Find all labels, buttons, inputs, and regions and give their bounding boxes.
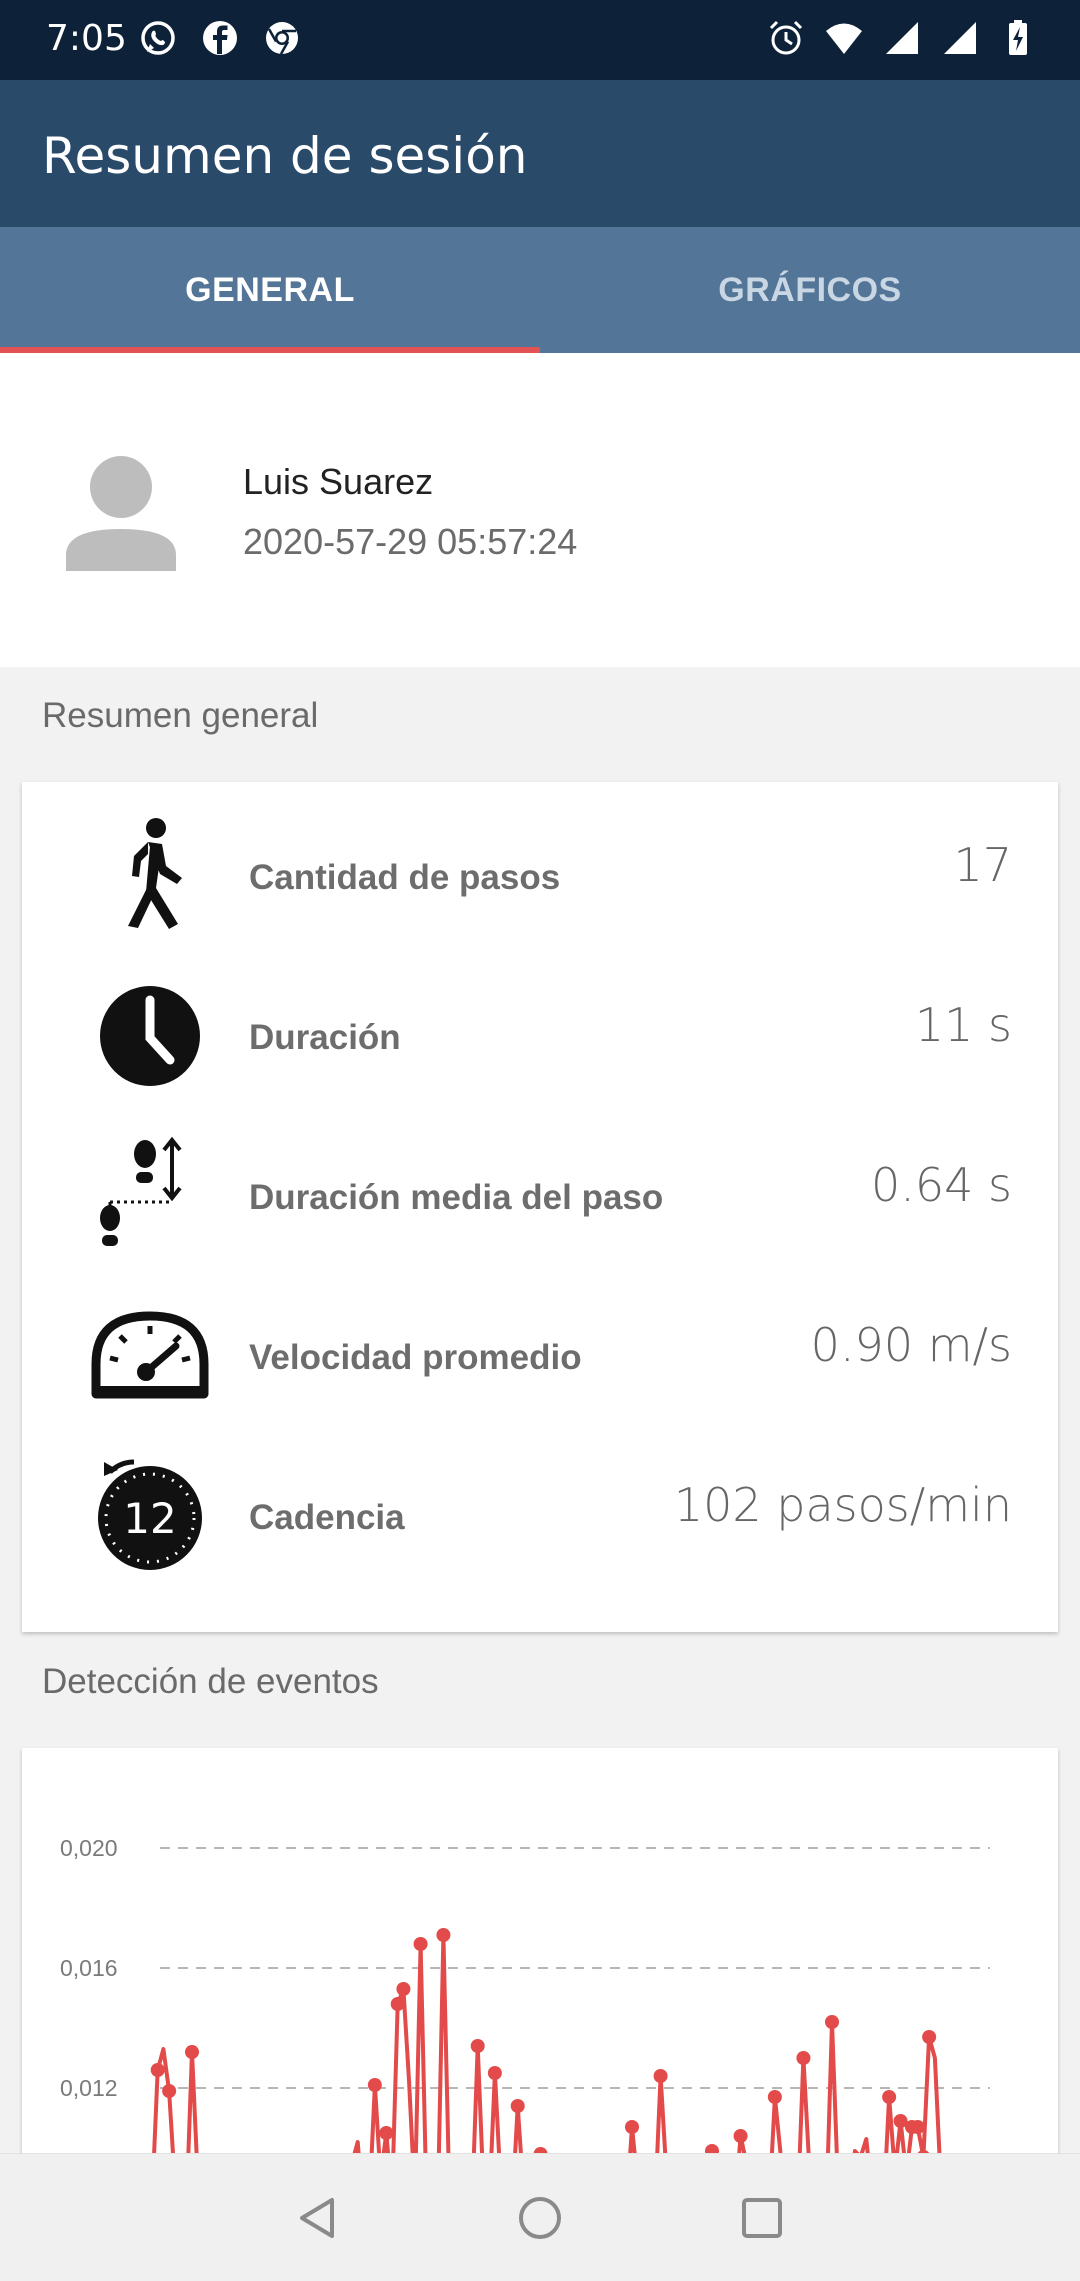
avg-step-duration-value: 0.64 s xyxy=(870,1158,1012,1212)
data-point xyxy=(510,2099,525,2113)
alarm-icon xyxy=(769,20,803,55)
events-chart-card: 0,020 0,016 0,012 xyxy=(22,1748,1058,2168)
data-point xyxy=(487,2066,502,2080)
walking-icon xyxy=(128,818,182,929)
data-point xyxy=(470,2039,485,2053)
data-point xyxy=(162,2084,177,2098)
avg-speed-value: 0.90 m/s xyxy=(810,1318,1012,1372)
recents-square-icon[interactable] xyxy=(736,2192,788,2244)
summary-heading: Resumen general xyxy=(42,696,319,735)
status-bar: 7:05 xyxy=(0,0,1080,80)
back-triangle-icon[interactable] xyxy=(292,2192,344,2244)
duration-label: Duración xyxy=(249,1018,401,1057)
cadence-label: Cadencia xyxy=(249,1498,405,1537)
series-line xyxy=(151,1933,943,2168)
battery-charging-icon xyxy=(1009,20,1027,55)
signal-icon xyxy=(886,22,918,54)
data-point xyxy=(625,2120,639,2134)
data-point xyxy=(653,2069,668,2083)
tab-graficos[interactable]: GRÁFICOS xyxy=(540,227,1080,353)
summary-row-cadence: 12 Cadencia 102 pasos/min xyxy=(22,1432,1058,1592)
user-profile-header: Luis Suarez 2020-57-29 05:57:24 xyxy=(0,353,1080,667)
data-point xyxy=(796,2051,811,2065)
svg-text:12: 12 xyxy=(123,1494,176,1543)
data-point xyxy=(767,2090,782,2104)
page-title: Resumen de sesión xyxy=(42,127,528,185)
data-point xyxy=(367,2078,382,2092)
clock-icon xyxy=(100,986,200,1086)
tab-bar: GENERAL GRÁFICOS xyxy=(0,227,1080,353)
home-circle-icon[interactable] xyxy=(514,2192,566,2244)
summary-row-steps: Cantidad de pasos 17 xyxy=(22,792,1058,952)
status-time: 7:05 xyxy=(46,18,127,59)
wifi-icon xyxy=(826,23,862,54)
data-point xyxy=(379,2126,394,2140)
steps-count-label: Cantidad de pasos xyxy=(249,858,561,897)
data-point xyxy=(922,2030,937,2044)
data-point xyxy=(390,1997,405,2011)
summary-row-duration: Duración 11 s xyxy=(22,952,1058,1112)
data-point xyxy=(396,1982,411,1996)
y-tick-label: 0,016 xyxy=(60,1955,118,1981)
events-line-chart: 0,020 0,016 0,012 xyxy=(60,1835,990,2168)
data-point xyxy=(882,2090,897,2104)
events-heading: Detección de eventos xyxy=(42,1662,379,1701)
notification-icons xyxy=(138,18,302,58)
cadence-timer-icon: 12 xyxy=(98,1459,202,1570)
avg-step-duration-label: Duración media del paso xyxy=(249,1178,664,1217)
cadence-value: 102 pasos/min xyxy=(673,1478,1012,1532)
y-tick-label: 0,020 xyxy=(60,1835,118,1861)
y-tick-label: 0,012 xyxy=(60,2075,118,2101)
system-navigation-bar xyxy=(0,2153,1080,2281)
data-point xyxy=(825,2015,839,2029)
duration-value: 11 s xyxy=(914,998,1012,1052)
avg-speed-label: Velocidad promedio xyxy=(249,1338,582,1377)
data-point xyxy=(150,2063,165,2077)
signal-icon xyxy=(944,22,976,54)
data-point xyxy=(733,2129,748,2143)
session-datetime: 2020-57-29 05:57:24 xyxy=(243,521,578,562)
data-point xyxy=(185,2045,199,2059)
summary-card: Cantidad de pasos 17 Duración 11 s Durac… xyxy=(22,782,1058,1632)
chrome-icon xyxy=(266,22,298,55)
app-bar: Resumen de sesión xyxy=(0,80,1080,227)
facebook-icon xyxy=(203,21,237,55)
summary-row-speed: Velocidad promedio 0.90 m/s xyxy=(22,1272,1058,1432)
data-point xyxy=(413,1937,428,1951)
whatsapp-icon xyxy=(141,21,175,55)
user-name: Luis Suarez xyxy=(243,461,434,502)
speedometer-icon xyxy=(91,1311,209,1399)
summary-row-step-duration: Duración media del paso 0.64 s xyxy=(22,1112,1058,1272)
steps-count-value: 17 xyxy=(953,838,1012,892)
data-point xyxy=(910,2120,925,2134)
data-point xyxy=(436,1928,451,1942)
system-status-icons xyxy=(766,18,1038,58)
person-icon xyxy=(66,456,176,571)
footsteps-icon xyxy=(100,1136,182,1246)
tab-general[interactable]: GENERAL xyxy=(0,227,540,353)
